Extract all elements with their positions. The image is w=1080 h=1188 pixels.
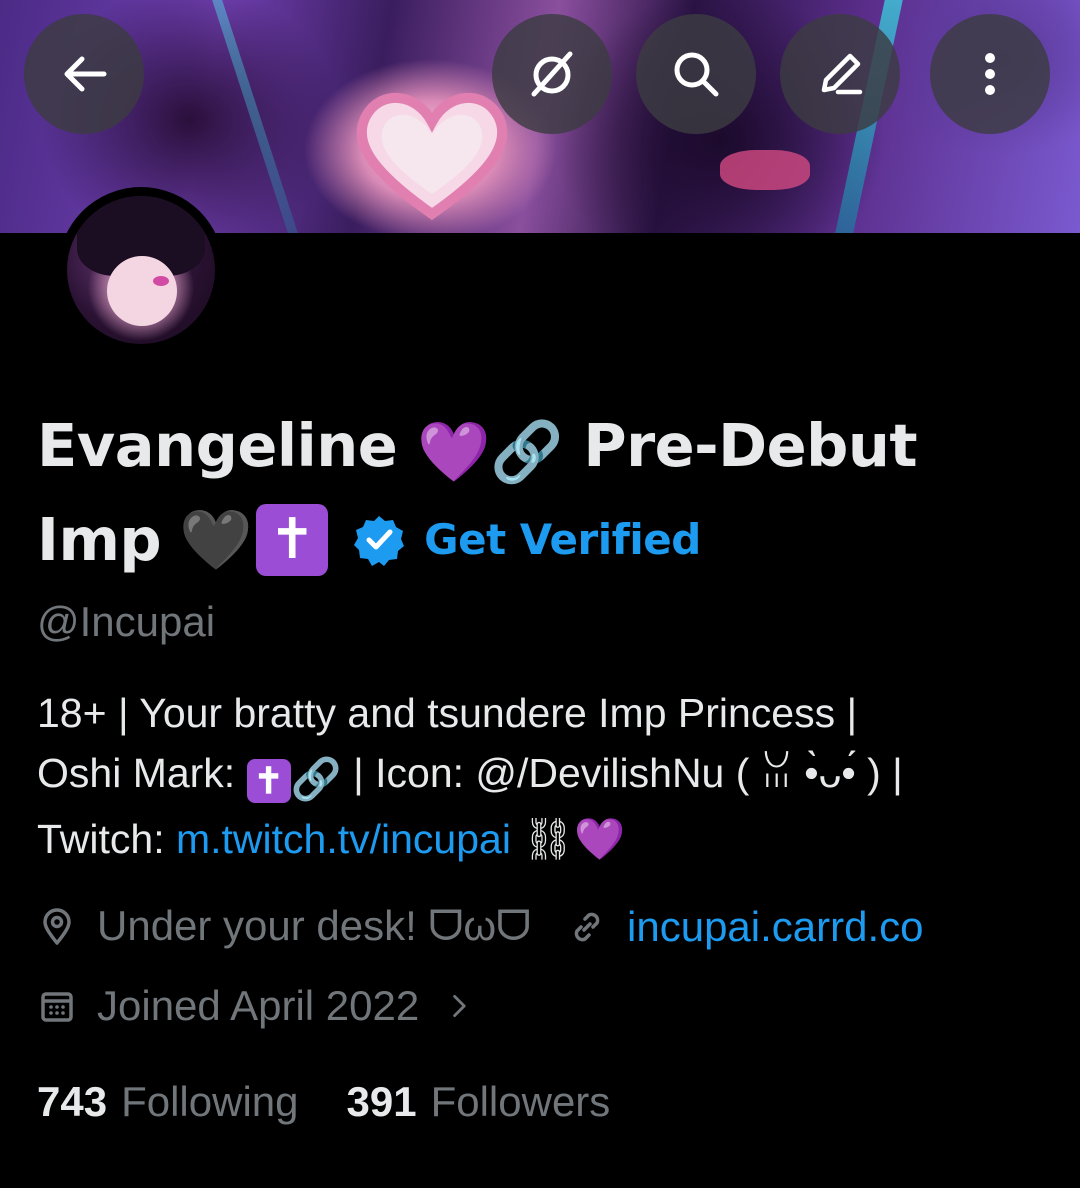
website-link[interactable]: incupai.carrd.co bbox=[627, 903, 923, 951]
follow-stats: 743 Following 391 Followers bbox=[37, 1078, 610, 1126]
avatar[interactable] bbox=[58, 187, 224, 353]
banner-decoration bbox=[212, 0, 298, 233]
bio-text: Oshi Mark: bbox=[37, 750, 236, 796]
display-name-line2: Imp 🖤 ✝ Get Verified bbox=[37, 496, 1047, 584]
link-icon bbox=[574, 912, 600, 941]
cross-emoji: ✝ bbox=[256, 504, 329, 576]
display-name-text: Imp bbox=[37, 505, 162, 574]
location-text: Under your desk! ᗜωᗜ bbox=[97, 902, 532, 949]
followers-label: Followers bbox=[430, 1078, 611, 1125]
profile-meta-joined[interactable]: Joined April 2022 bbox=[37, 982, 497, 1030]
bio-text: ⛓💜 bbox=[522, 816, 626, 862]
bio-text: Twitch: bbox=[37, 816, 165, 862]
following-link[interactable]: 743 Following bbox=[37, 1078, 299, 1126]
location-pin-icon bbox=[43, 907, 71, 945]
bio-line: 18+ | Your bratty and tsundere Imp Princ… bbox=[37, 690, 858, 736]
avatar-image bbox=[67, 196, 215, 344]
edit-icon bbox=[821, 53, 863, 95]
link-emoji: 🔗 bbox=[290, 756, 342, 802]
profile-screen: Evangeline 💜🔗 Pre-Debut Imp 🖤 ✝ Get Veri… bbox=[0, 0, 1080, 1188]
bio-line: Oshi Mark: ✝ 🔗 | Icon: @/DevilishNu ( ꈍ •… bbox=[37, 743, 1047, 809]
followers-count: 391 bbox=[346, 1078, 417, 1125]
back-arrow-icon bbox=[64, 56, 107, 92]
grok-button[interactable] bbox=[492, 14, 612, 134]
profile-meta-location: Under your desk! ᗜωᗜ incupai.carrd.co bbox=[37, 902, 924, 951]
more-options-button[interactable] bbox=[930, 14, 1050, 134]
display-name-text: Pre-Debut bbox=[583, 411, 918, 480]
verified-badge-icon[interactable] bbox=[352, 513, 406, 567]
bio-text: | Icon: @/DevilishNu ( ꈍ •̀ᴗ•́ ) | bbox=[353, 750, 903, 796]
get-verified-link[interactable]: Get Verified bbox=[424, 496, 701, 584]
banner-decoration bbox=[720, 150, 810, 190]
display-name-text: Evangeline bbox=[37, 411, 398, 480]
chevron-right-icon bbox=[453, 995, 466, 1017]
edit-button[interactable] bbox=[780, 14, 900, 134]
following-count: 743 bbox=[37, 1078, 108, 1125]
display-name-line1: Evangeline 💜🔗 Pre-Debut bbox=[37, 402, 1047, 496]
followers-link[interactable]: 391 Followers bbox=[347, 1078, 611, 1126]
profile-bio: 18+ | Your bratty and tsundere Imp Princ… bbox=[37, 683, 1047, 869]
black-heart-emoji: 🖤 bbox=[179, 505, 253, 574]
banner-heart-art bbox=[356, 93, 508, 221]
user-handle: @Incupai bbox=[37, 598, 216, 645]
grok-icon bbox=[531, 51, 573, 97]
bio-line: Twitch: m.twitch.tv/incupai ⛓💜 bbox=[37, 809, 1047, 869]
joined-date: Joined April 2022 bbox=[97, 982, 420, 1029]
purple-heart-emoji: 💜 bbox=[417, 417, 491, 486]
link-emoji: 🔗 bbox=[490, 417, 564, 486]
display-name: Evangeline 💜🔗 Pre-Debut Imp 🖤 ✝ Get Veri… bbox=[37, 402, 1047, 584]
back-button[interactable] bbox=[24, 14, 144, 134]
following-label: Following bbox=[121, 1078, 299, 1125]
search-icon bbox=[674, 52, 719, 97]
more-vertical-icon bbox=[985, 53, 995, 95]
calendar-icon bbox=[41, 992, 73, 1022]
search-button[interactable] bbox=[636, 14, 756, 134]
avatar-art bbox=[107, 256, 177, 326]
twitch-link[interactable]: m.twitch.tv/incupai bbox=[176, 816, 511, 862]
cross-emoji: ✝ bbox=[246, 759, 291, 803]
avatar-art bbox=[153, 276, 169, 286]
